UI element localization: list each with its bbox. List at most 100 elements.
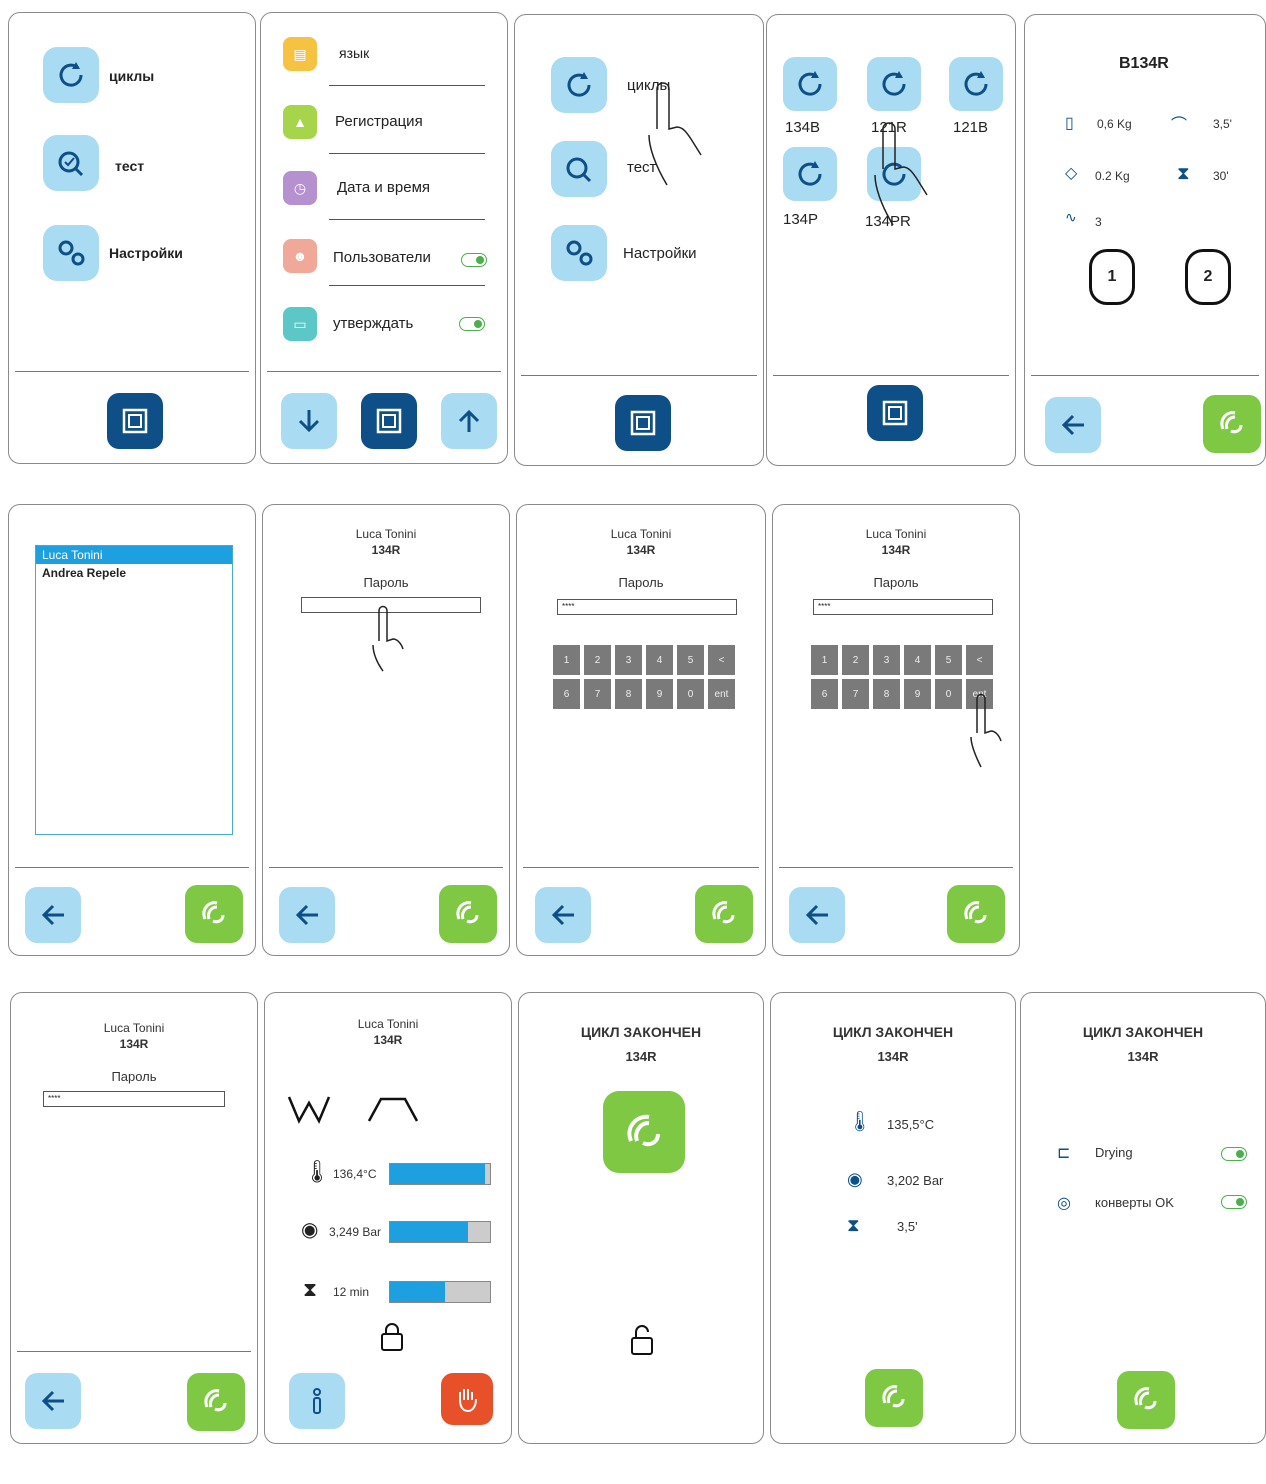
key[interactable]: 2: [584, 645, 611, 675]
key[interactable]: 1: [811, 645, 838, 675]
footer-divider: [1031, 375, 1259, 376]
screen-main-menu-tap: циклы тест Настройки: [514, 14, 764, 466]
approve-toggle[interactable]: [459, 317, 485, 331]
key[interactable]: 8: [615, 679, 642, 709]
key[interactable]: 9: [646, 679, 673, 709]
envelopes-toggle[interactable]: [1221, 1195, 1247, 1209]
user-list-item-selected[interactable]: Luca Tonini: [36, 546, 232, 564]
key[interactable]: 7: [584, 679, 611, 709]
settings-button[interactable]: [43, 225, 99, 281]
envelopes-label: конверты OK: [1095, 1195, 1174, 1210]
drying-icon: ⊏: [1057, 1145, 1071, 1162]
footer-divider: [269, 867, 503, 868]
home-button[interactable]: [867, 385, 923, 441]
test-button[interactable]: [43, 135, 99, 191]
back-button[interactable]: [535, 887, 591, 943]
start-button[interactable]: [1203, 395, 1261, 453]
back-button[interactable]: [279, 887, 335, 943]
footer-divider: [15, 867, 249, 868]
stop-button[interactable]: [441, 1373, 493, 1425]
cycle-121b-button[interactable]: [949, 57, 1003, 111]
cycles-button[interactable]: [551, 57, 607, 113]
cycle-134pr-label: 134PR: [865, 213, 911, 230]
settings-datetime-label[interactable]: Дата и время: [337, 179, 430, 196]
confirm-button[interactable]: [865, 1369, 923, 1427]
key[interactable]: 8: [873, 679, 900, 709]
start-swirl-icon: [456, 901, 479, 924]
start-button[interactable]: [187, 1373, 245, 1431]
scroll-up-button[interactable]: [441, 393, 497, 449]
key[interactable]: 4: [646, 645, 673, 675]
settings-users-label[interactable]: Пользователи: [333, 249, 431, 266]
password-input[interactable]: ****: [43, 1091, 225, 1107]
key[interactable]: 5: [935, 645, 962, 675]
key[interactable]: 6: [811, 679, 838, 709]
back-button[interactable]: [1045, 397, 1101, 453]
settings-approve-label[interactable]: утверждать: [333, 315, 413, 332]
key[interactable]: 7: [842, 679, 869, 709]
key[interactable]: ent: [708, 679, 735, 709]
home-button[interactable]: [615, 395, 671, 451]
password-input[interactable]: ****: [557, 599, 737, 615]
thermometer-icon: 🌡: [847, 1111, 873, 1133]
user-list-item[interactable]: Andrea Repele: [36, 564, 232, 582]
login-user-name: Luca Tonini: [355, 527, 417, 541]
start-button[interactable]: [185, 885, 243, 943]
password-input[interactable]: ****: [813, 599, 993, 615]
key[interactable]: 6: [553, 679, 580, 709]
test-button[interactable]: [551, 141, 607, 197]
footer-divider: [267, 371, 501, 372]
users-toggle[interactable]: [461, 253, 487, 267]
running-time-value: 12 min: [333, 1285, 370, 1299]
screen-user-list: Luca Tonini Andrea Repele: [8, 504, 256, 956]
confirm-button[interactable]: [1117, 1371, 1175, 1429]
password-input[interactable]: [301, 597, 481, 613]
key[interactable]: 5: [677, 645, 704, 675]
cycle-134b-button[interactable]: [783, 57, 837, 111]
back-button[interactable]: [25, 1373, 81, 1429]
home-button[interactable]: [361, 393, 417, 449]
start-swirl-icon: [1220, 411, 1243, 434]
start-button[interactable]: [439, 885, 497, 943]
key[interactable]: 2: [842, 645, 869, 675]
settings-button[interactable]: [551, 225, 607, 281]
start-button[interactable]: [947, 885, 1005, 943]
drying-toggle[interactable]: [1221, 1147, 1247, 1161]
info-button[interactable]: [289, 1373, 345, 1429]
refresh-icon: [798, 71, 822, 96]
key[interactable]: 3: [615, 645, 642, 675]
cycle-134p-button[interactable]: [783, 147, 837, 201]
key[interactable]: 0: [677, 679, 704, 709]
cycle-134pr-button[interactable]: [867, 147, 921, 201]
gears-icon: [566, 240, 593, 266]
lock-open-icon: [631, 1325, 653, 1355]
running-pressure-value: 3,249 Bar: [329, 1225, 382, 1239]
scroll-down-button[interactable]: [281, 393, 337, 449]
key[interactable]: 4: [904, 645, 931, 675]
key[interactable]: 1: [553, 645, 580, 675]
key[interactable]: 3: [873, 645, 900, 675]
settings-language-label[interactable]: язык: [339, 45, 369, 61]
cycle-121r-button[interactable]: [867, 57, 921, 111]
key[interactable]: <: [708, 645, 735, 675]
start-swirl-icon: [882, 1385, 905, 1408]
dry-time-value: 30': [1213, 169, 1229, 183]
check-badge-2-icon: 2: [1185, 249, 1231, 305]
key[interactable]: 9: [904, 679, 931, 709]
numeric-keypad: 1 2 3 4 5 < 6 7 8 9 0 ent: [553, 645, 735, 709]
screen-login-start: Luca Tonini 134R Пароль ****: [10, 992, 258, 1444]
back-button[interactable]: [25, 887, 81, 943]
key[interactable]: ent: [966, 679, 993, 709]
pressure-gauge-icon: ◉: [847, 1169, 863, 1189]
settings-registration-label[interactable]: Регистрация: [335, 113, 423, 130]
home-button[interactable]: [107, 393, 163, 449]
key[interactable]: 0: [935, 679, 962, 709]
running-temp-value: 136,4°C: [333, 1167, 377, 1181]
users-icon: ☻: [283, 239, 317, 273]
cycles-button[interactable]: [43, 47, 99, 103]
key[interactable]: <: [966, 645, 993, 675]
back-button[interactable]: [789, 887, 845, 943]
start-button[interactable]: [695, 885, 753, 943]
running-cycle: 134R: [373, 1033, 403, 1047]
cycle-134b-label: 134B: [785, 119, 821, 136]
